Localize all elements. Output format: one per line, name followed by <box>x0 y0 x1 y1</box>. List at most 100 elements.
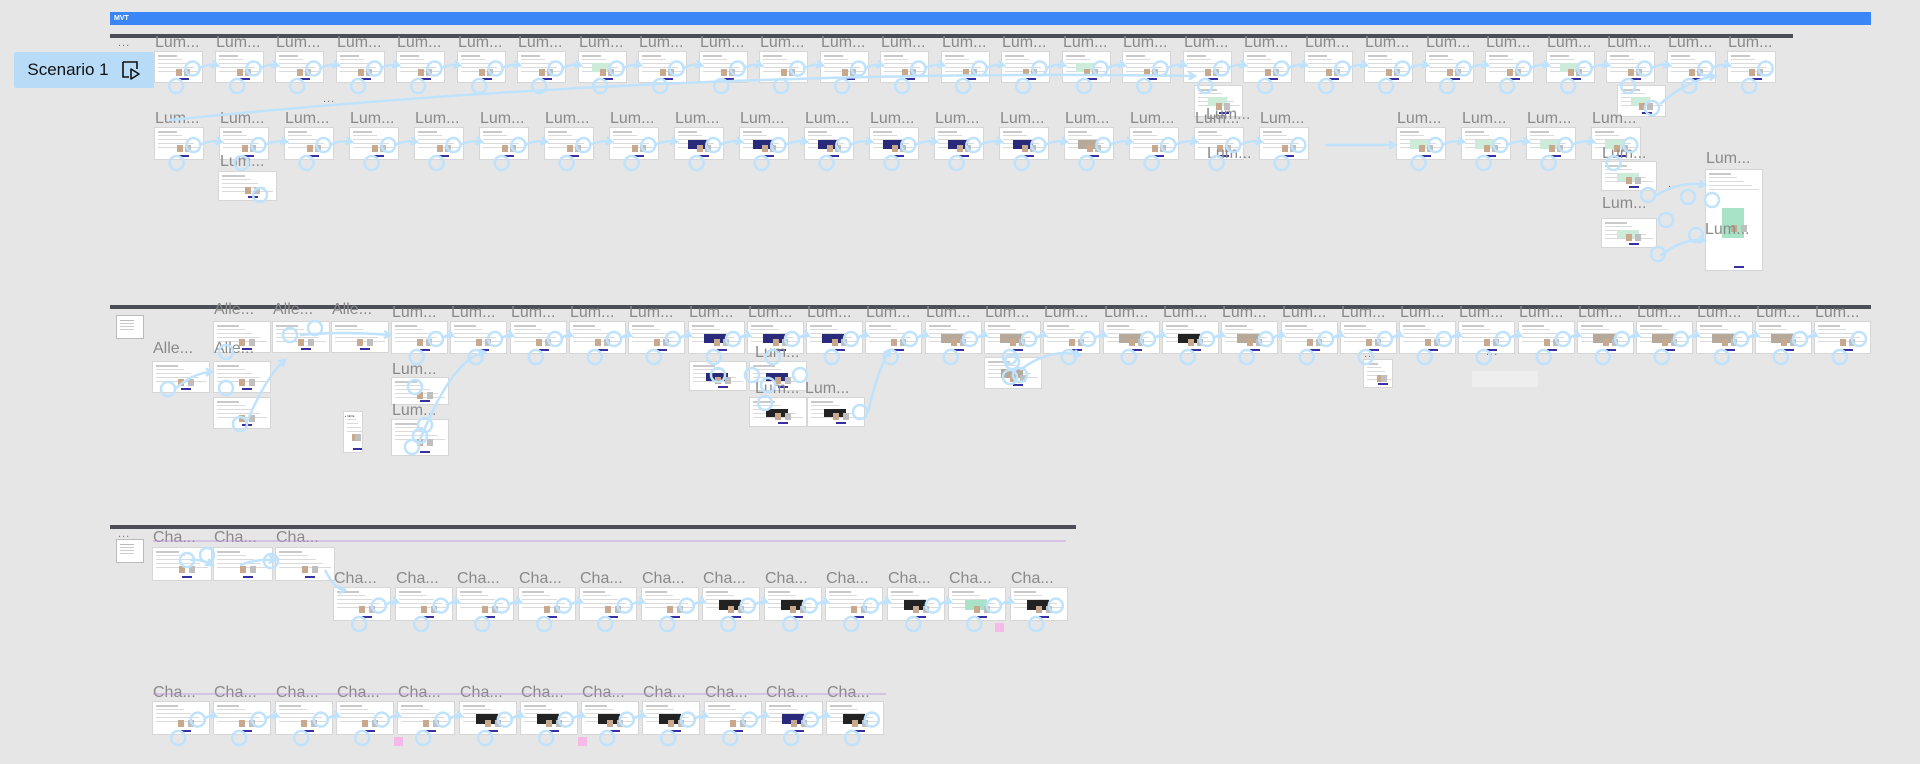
screen-frame[interactable] <box>1527 128 1575 159</box>
frame-label[interactable]: Lum... <box>1602 146 1646 162</box>
screen-frame[interactable] <box>821 52 868 82</box>
frame-label[interactable]: Cha... <box>398 685 441 701</box>
frame-label[interactable]: Lum... <box>220 154 264 170</box>
frame-label[interactable]: Lum... <box>700 35 744 51</box>
screen-frame[interactable] <box>750 398 806 426</box>
screen-frame[interactable] <box>219 172 276 200</box>
screen-frame[interactable] <box>1260 128 1308 159</box>
frame-label[interactable]: Lum... <box>1519 305 1563 321</box>
screen-frame[interactable] <box>740 128 788 159</box>
screen-frame[interactable] <box>460 702 516 734</box>
frame-label[interactable]: Cha... <box>214 530 257 546</box>
screen-frame[interactable] <box>153 548 211 580</box>
frame-label[interactable]: Cha... <box>457 571 500 587</box>
frame-label[interactable]: Cha... <box>153 530 196 546</box>
screen-frame[interactable] <box>155 52 202 82</box>
screen-frame[interactable] <box>216 52 263 82</box>
screen-frame[interactable] <box>1011 588 1067 620</box>
frame-label[interactable]: Alle... <box>214 341 254 357</box>
screen-frame[interactable] <box>642 588 698 620</box>
screen-frame[interactable] <box>949 588 1005 620</box>
frame-label[interactable]: Cha... <box>703 571 746 587</box>
screen-frame[interactable] <box>675 128 723 159</box>
screen-frame[interactable] <box>1365 52 1412 82</box>
screen-frame[interactable] <box>888 588 944 620</box>
screen-frame[interactable] <box>1222 322 1277 353</box>
frame-label[interactable]: Cha... <box>582 685 625 701</box>
frame-label[interactable]: Lum... <box>1728 35 1772 51</box>
screen-frame[interactable] <box>1637 322 1692 353</box>
frame-label[interactable]: Cha... <box>396 571 439 587</box>
frame-label[interactable]: Lum... <box>870 111 914 127</box>
frame-label[interactable]: Cha... <box>214 685 257 701</box>
screen-frame[interactable] <box>610 128 658 159</box>
screen-frame[interactable] <box>1130 128 1178 159</box>
frame-label[interactable]: Lum... <box>1065 111 1109 127</box>
screen-frame[interactable] <box>1364 360 1392 387</box>
scenario-flow-chip[interactable]: Scenario 1 <box>14 52 154 88</box>
frame-label[interactable]: Lum... <box>1282 305 1326 321</box>
screen-frame[interactable] <box>153 702 209 734</box>
frame-label[interactable]: Lum... <box>1130 111 1174 127</box>
frame-label[interactable]: Lum... <box>821 35 865 51</box>
frame-label[interactable]: Lum... <box>518 35 562 51</box>
frame-label[interactable]: Cha... <box>337 685 380 701</box>
screen-frame[interactable] <box>826 588 882 620</box>
screen-frame[interactable] <box>703 588 759 620</box>
screen-frame[interactable] <box>1547 52 1594 82</box>
frame-label[interactable]: Lum... <box>675 111 719 127</box>
screen-frame[interactable] <box>545 128 593 159</box>
frame-label[interactable]: Cha... <box>1011 571 1054 587</box>
frame-label[interactable]: Lum... <box>1222 305 1266 321</box>
frame-label[interactable]: Cha... <box>519 571 562 587</box>
frame-label[interactable]: Lum... <box>285 111 329 127</box>
frame-label[interactable]: Cha... <box>827 685 870 701</box>
frame-label[interactable]: Lum... <box>805 111 849 127</box>
frame-label[interactable]: Lum... <box>1104 305 1148 321</box>
frame-label[interactable]: Lum... <box>1697 305 1741 321</box>
screen-frame[interactable] <box>511 322 566 353</box>
frame-label[interactable]: Lum... <box>1123 35 1167 51</box>
screen-frame[interactable] <box>766 702 822 734</box>
screen-frame[interactable] <box>1578 322 1633 353</box>
frame-label[interactable]: Lum... <box>337 35 381 51</box>
frame-label[interactable]: Cha... <box>276 685 319 701</box>
screen-frame[interactable] <box>397 52 444 82</box>
screen-frame[interactable] <box>570 322 625 353</box>
screen-frame[interactable] <box>1000 128 1048 159</box>
frame-label[interactable]: Lum... <box>755 381 799 397</box>
screen-frame[interactable] <box>1305 52 1352 82</box>
screen-frame[interactable] <box>881 52 928 82</box>
frame-label[interactable]: Cha... <box>276 530 319 546</box>
screen-frame[interactable] <box>1815 322 1870 353</box>
screen-frame[interactable] <box>690 362 746 390</box>
screen-frame[interactable] <box>1486 52 1533 82</box>
frame-label[interactable]: Cha... <box>460 685 503 701</box>
screen-frame[interactable] <box>1462 128 1510 159</box>
screen-frame[interactable] <box>942 52 989 82</box>
screen-frame[interactable] <box>350 128 398 159</box>
screen-frame[interactable] <box>760 52 807 82</box>
screen-frame[interactable] <box>1697 322 1752 353</box>
screen-frame[interactable] <box>1123 52 1170 82</box>
frame-label[interactable]: Lum... <box>629 305 673 321</box>
frame-label[interactable]: Lum... <box>1365 35 1409 51</box>
frame-label[interactable]: Lum... <box>755 345 799 361</box>
screen-frame[interactable] <box>639 52 686 82</box>
frame-label[interactable]: Alle... <box>332 302 372 318</box>
frame-label[interactable]: Lum... <box>610 111 654 127</box>
frame-label[interactable]: Lum... <box>155 35 199 51</box>
frame-label[interactable]: Lum... <box>415 111 459 127</box>
frame-label[interactable]: Lum... <box>1260 111 1304 127</box>
frame-label[interactable]: Cha... <box>766 685 809 701</box>
frame-label[interactable]: Cha... <box>580 571 623 587</box>
frame-label[interactable]: Lum... <box>1462 111 1506 127</box>
screen-frame[interactable] <box>807 322 862 353</box>
frame-label[interactable]: Lum... <box>1815 305 1859 321</box>
frame-label[interactable]: Lum... <box>511 305 555 321</box>
frame-label[interactable]: Lum... <box>392 403 436 419</box>
prototype-canvas[interactable]: MVT Scenario 1 ... Lum... Lum... Lum... Lum.… <box>0 0 1920 764</box>
screen-frame[interactable] <box>285 128 333 159</box>
frame-label[interactable]: Lum... <box>881 35 925 51</box>
frame-label[interactable]: Lum... <box>1206 107 1250 123</box>
